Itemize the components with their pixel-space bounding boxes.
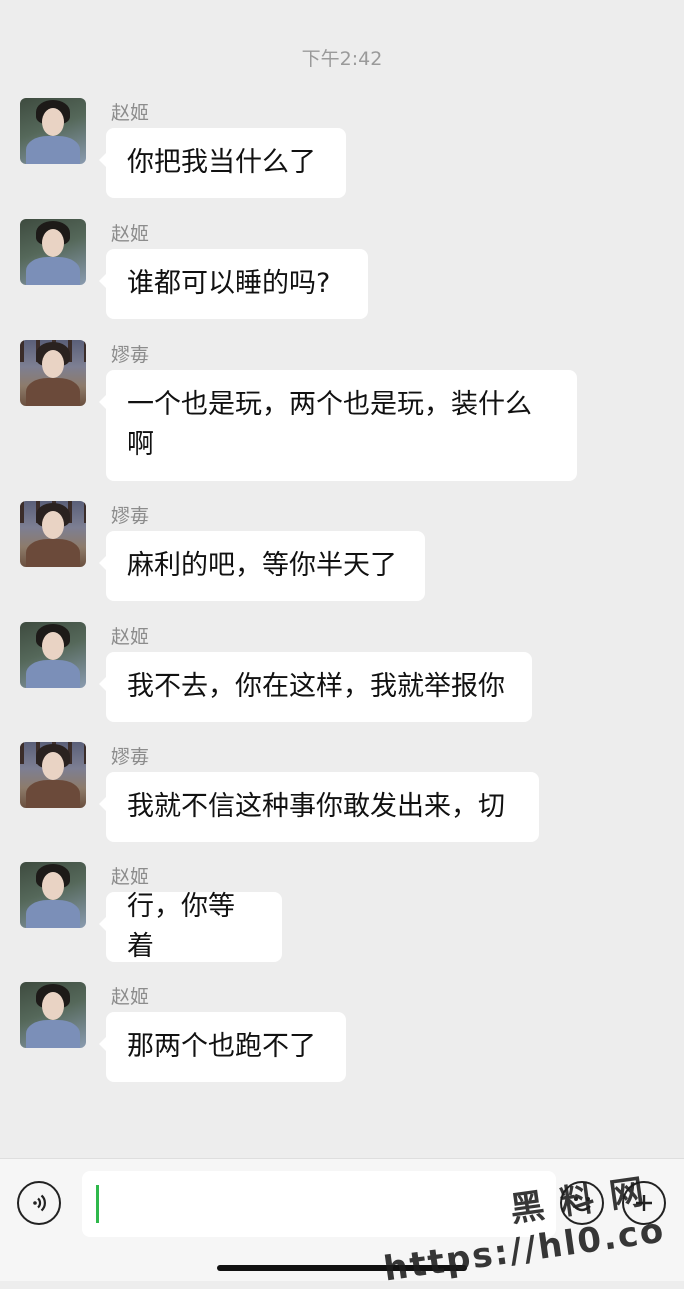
sender-name: 赵姬 — [111, 626, 150, 648]
chat-input-bar — [0, 1158, 684, 1281]
voice-icon — [33, 1194, 46, 1212]
avatar[interactable] — [20, 219, 86, 285]
more-button[interactable] — [622, 1181, 666, 1225]
message-bubble[interactable]: 谁都可以睡的吗? — [99, 249, 368, 319]
sender-name: 嫪毐 — [111, 344, 150, 366]
message-input[interactable] — [82, 1171, 556, 1237]
home-indicator — [217, 1265, 467, 1271]
sender-name: 赵姬 — [111, 866, 150, 888]
sender-name: 嫪毐 — [111, 746, 150, 768]
avatar[interactable] — [20, 98, 86, 164]
sender-name: 赵姬 — [111, 223, 150, 245]
emoji-icon — [573, 1197, 591, 1212]
message-timestamp: 下午2:42 — [301, 48, 383, 70]
plus-icon — [636, 1195, 652, 1211]
emoji-button[interactable] — [560, 1181, 604, 1225]
sender-name: 赵姬 — [111, 986, 150, 1008]
message-bubble[interactable]: 你把我当什么了 — [99, 128, 346, 198]
message-bubble[interactable]: 行，你等着 — [99, 891, 282, 962]
avatar[interactable] — [20, 622, 86, 688]
message-bubble[interactable]: 麻利的吧，等你半天了 — [99, 531, 425, 601]
sender-name: 赵姬 — [111, 102, 150, 124]
text-cursor — [96, 1185, 99, 1223]
avatar[interactable] — [20, 742, 86, 808]
message-bubble[interactable]: 一个也是玩，两个也是玩，装什么啊 — [99, 370, 577, 481]
avatar[interactable] — [20, 340, 86, 406]
avatar[interactable] — [20, 501, 86, 567]
message-bubble[interactable]: 那两个也跑不了 — [99, 1012, 346, 1082]
voice-input-button[interactable] — [17, 1181, 61, 1225]
sender-name: 嫪毐 — [111, 505, 150, 527]
avatar[interactable] — [20, 862, 86, 928]
message-bubble[interactable]: 我就不信这种事你敢发出来，切 — [99, 772, 539, 842]
message-bubble[interactable]: 我不去，你在这样，我就举报你 — [99, 652, 532, 722]
avatar[interactable] — [20, 982, 86, 1048]
